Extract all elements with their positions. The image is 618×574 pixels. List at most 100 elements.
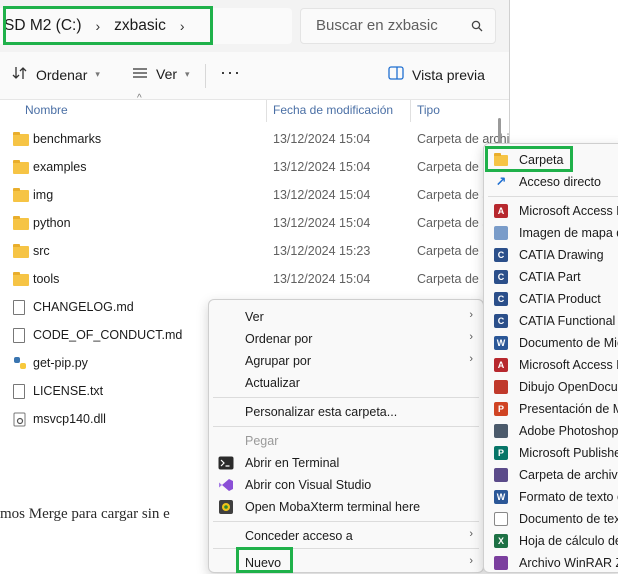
file-name: CHANGELOG.md <box>33 300 134 314</box>
menu-item-conceder[interactable]: Conceder acceso a › <box>209 525 483 547</box>
document-icon <box>13 300 25 315</box>
view-button[interactable]: Ver ▾ <box>132 66 190 82</box>
toolbar-divider <box>205 64 206 88</box>
submenu-item[interactable]: C CATIA Product <box>484 288 618 310</box>
file-date: 13/12/2024 15:04 <box>273 132 371 146</box>
menu-item-ordenar[interactable]: Ordenar por › <box>209 328 483 350</box>
submenu-item-acceso-directo[interactable]: ↗ Acceso directo <box>484 171 618 193</box>
submenu-label: Acceso directo <box>519 175 601 189</box>
file-date: 13/12/2024 15:04 <box>273 272 371 286</box>
submenu-label: Carpeta <box>519 153 564 167</box>
menu-label: Conceder acceso a <box>245 529 353 543</box>
submenu-item[interactable]: C CATIA Drawing <box>484 244 618 266</box>
submenu-label: Documento de text <box>519 512 618 526</box>
terminal-icon <box>218 456 234 470</box>
submenu-label: Imagen de mapa d <box>519 226 618 240</box>
breadcrumb-folder[interactable]: zxbasic <box>114 17 166 35</box>
menu-label: Ordenar por <box>245 332 313 346</box>
submenu-item[interactable]: P Presentación de M <box>484 398 618 420</box>
word-icon: W <box>494 336 508 350</box>
chevron-right-icon: › <box>469 555 473 567</box>
submenu-item[interactable]: Dibujo OpenDocur <box>484 376 618 398</box>
file-date: 13/12/2024 15:04 <box>273 188 371 202</box>
menu-separator <box>213 521 479 522</box>
breadcrumb[interactable]: SD M2 (C:) › zxbasic › <box>0 8 292 44</box>
breadcrumb-drive[interactable]: SD M2 (C:) <box>4 17 82 35</box>
folder-icon <box>13 216 29 230</box>
submenu-item[interactable]: W Formato de texto e <box>484 486 618 508</box>
submenu-item-carpeta[interactable]: Carpeta <box>484 149 618 171</box>
submenu-item[interactable]: Adobe Photoshop <box>484 420 618 442</box>
submenu-item[interactable]: Imagen de mapa d <box>484 222 618 244</box>
python-file-icon <box>13 356 27 373</box>
file-row[interactable]: src 13/12/2024 15:23 Carpeta de archivos <box>0 238 509 266</box>
search-icon[interactable] <box>471 9 483 45</box>
menu-item-personalizar[interactable]: Personalizar esta carpeta... <box>209 401 483 423</box>
menu-label: Actualizar <box>245 376 300 390</box>
submenu-label: CATIA Part <box>519 270 581 284</box>
preview-pane-icon <box>388 66 404 83</box>
powerpoint-icon: P <box>494 402 508 416</box>
submenu-item[interactable]: A Microsoft Access D <box>484 354 618 376</box>
file-row[interactable]: examples 13/12/2024 15:04 Carpeta de arc… <box>0 154 509 182</box>
menu-label: Abrir en Terminal <box>245 456 340 470</box>
submenu-item[interactable]: P Microsoft Publishe <box>484 442 618 464</box>
file-row[interactable]: tools 13/12/2024 15:04 Carpeta de archiv… <box>0 266 509 294</box>
file-row[interactable]: img 13/12/2024 15:04 Carpeta de archivos <box>0 182 509 210</box>
menu-item-ver[interactable]: Ver › <box>209 306 483 328</box>
catia-icon: C <box>494 248 508 262</box>
excel-icon: X <box>494 534 508 548</box>
submenu-item[interactable]: X Hoja de cálculo de <box>484 530 618 552</box>
background-document-text: mos Merge para cargar sin e <box>0 506 170 522</box>
folder-icon <box>13 188 29 202</box>
column-divider[interactable] <box>266 100 267 122</box>
sort-label: Ordenar <box>36 66 88 83</box>
menu-item-mobaxterm[interactable]: Open MobaXterm terminal here <box>209 496 483 518</box>
sort-ascending-icon: ^ <box>137 93 142 104</box>
column-name[interactable]: Nombre <box>25 103 68 117</box>
submenu-label: CATIA Drawing <box>519 248 604 262</box>
chevron-right-icon[interactable]: › <box>96 18 101 34</box>
catia-icon: C <box>494 292 508 306</box>
submenu-item[interactable]: Archivo WinRAR ZI <box>484 552 618 572</box>
preview-pane-button[interactable]: Vista previa <box>388 66 485 83</box>
column-header: Nombre ^ Fecha de modificación Tipo <box>0 93 509 122</box>
access-icon: A <box>494 204 508 218</box>
column-modified[interactable]: Fecha de modificación <box>273 103 393 117</box>
submenu-item[interactable]: A Microsoft Access D <box>484 200 618 222</box>
submenu-label: CATIA Functional S <box>519 314 618 328</box>
column-type[interactable]: Tipo <box>417 103 440 117</box>
more-options-button[interactable]: ··· <box>220 62 241 83</box>
file-row[interactable]: benchmarks 13/12/2024 15:04 Carpeta de a… <box>0 126 509 154</box>
folder-icon <box>494 153 508 167</box>
submenu-item[interactable]: Documento de text <box>484 508 618 530</box>
chevron-right-icon: › <box>469 528 473 540</box>
folder-icon <box>13 160 29 174</box>
file-row[interactable]: python 13/12/2024 15:04 Carpeta de archi… <box>0 210 509 238</box>
chevron-right-icon[interactable]: › <box>180 18 185 34</box>
menu-item-terminal[interactable]: Abrir en Terminal <box>209 452 483 474</box>
folder-icon <box>13 244 29 258</box>
document-icon <box>13 384 25 399</box>
view-label: Ver <box>156 66 178 82</box>
submenu-item[interactable]: W Documento de Mic <box>484 332 618 354</box>
menu-label: Abrir con Visual Studio <box>245 478 372 492</box>
menu-label: Personalizar esta carpeta... <box>245 405 398 419</box>
column-divider[interactable] <box>410 100 411 122</box>
winrar-icon <box>494 556 508 570</box>
sort-button[interactable]: Ordenar ▾ <box>12 66 100 83</box>
access-icon: A <box>494 358 508 372</box>
chevron-right-icon: › <box>469 309 473 321</box>
menu-item-actualizar[interactable]: Actualizar <box>209 372 483 394</box>
submenu-item[interactable]: C CATIA Part <box>484 266 618 288</box>
menu-item-agrupar[interactable]: Agrupar por › <box>209 350 483 372</box>
menu-item-vscode[interactable]: Abrir con Visual Studio <box>209 474 483 496</box>
submenu-label: Microsoft Access D <box>519 204 618 218</box>
menu-item-nuevo[interactable]: Nuevo › <box>209 552 483 574</box>
search-input[interactable]: Buscar en zxbasic <box>300 8 496 44</box>
new-submenu: Carpeta ↗ Acceso directo A Microsoft Acc… <box>483 143 618 573</box>
submenu-item[interactable]: Carpeta de archivo <box>484 464 618 486</box>
chevron-down-icon: ▾ <box>185 68 190 79</box>
file-name: src <box>33 244 50 258</box>
submenu-item[interactable]: C CATIA Functional S <box>484 310 618 332</box>
